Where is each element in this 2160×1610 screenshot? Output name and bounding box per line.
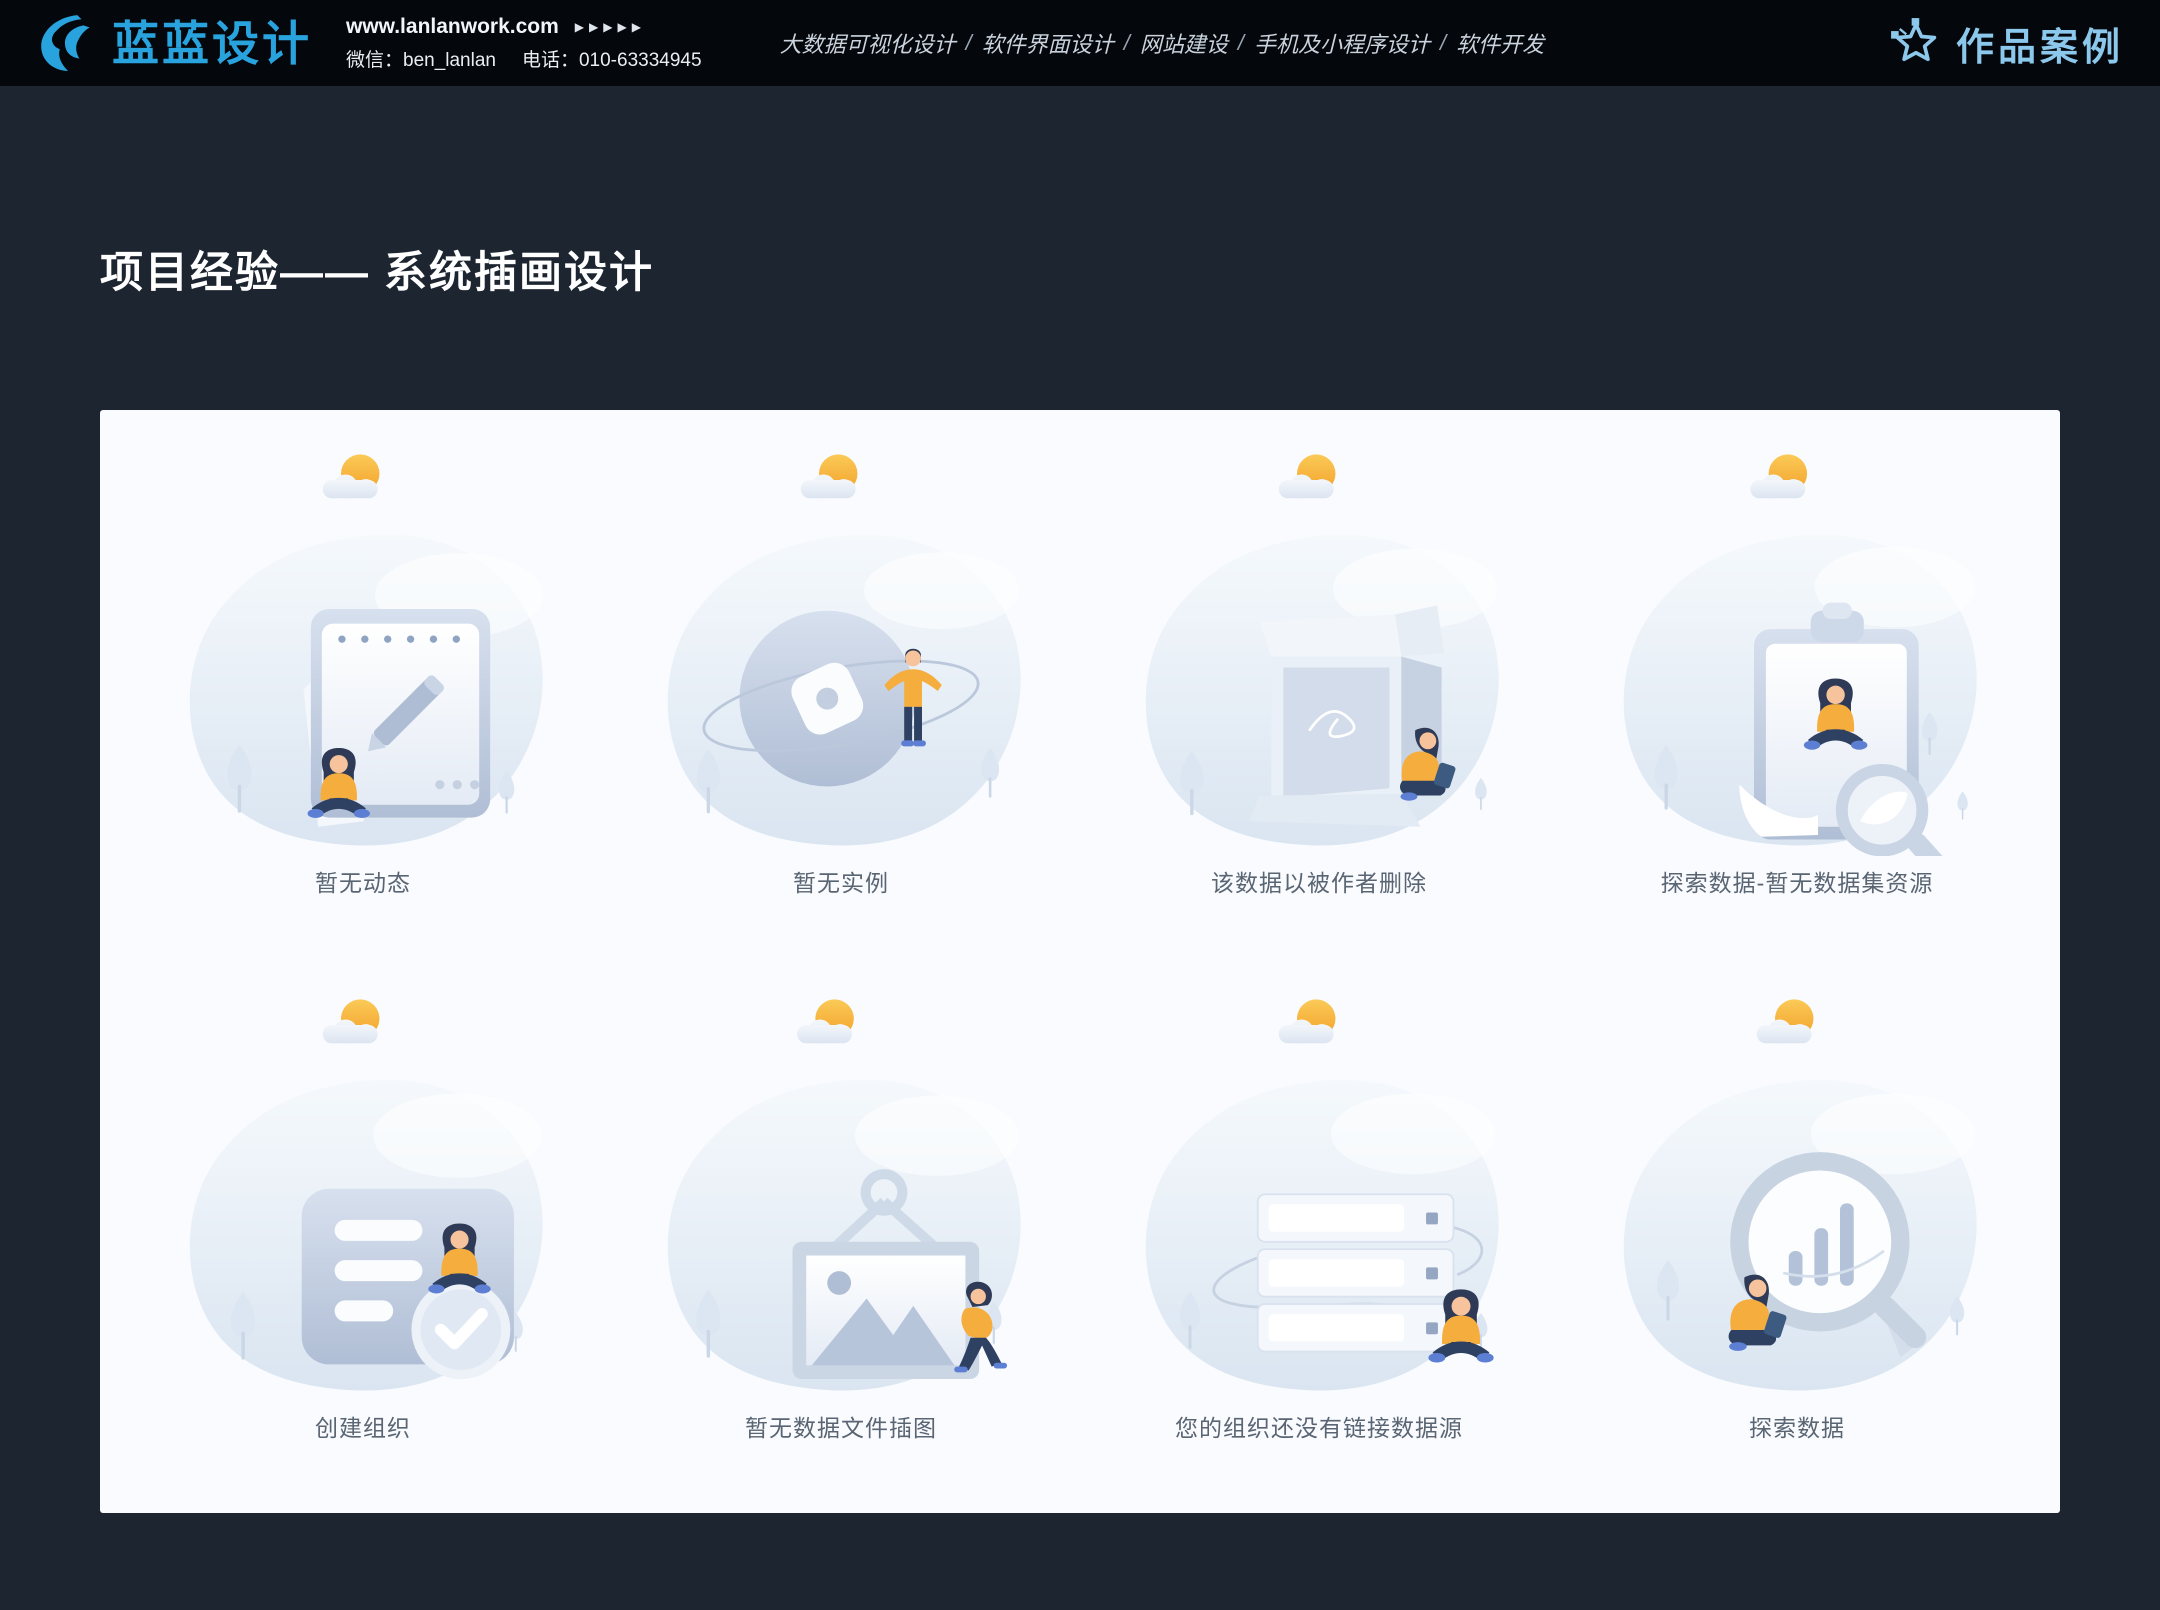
illustration-card: 暂无动态 暂无实例 该数据以被作者删除 xyxy=(100,410,2060,1513)
nav-item[interactable]: 大数据可视化设计 xyxy=(780,27,956,59)
illustration-tile: 创建组织 xyxy=(124,963,602,1508)
tile-caption: 创建组织 xyxy=(315,1409,411,1443)
contact-info: www.lanlanwork.com ▶▶▶▶▶ 微信：ben_lanlan 电… xyxy=(346,15,702,72)
nav-item[interactable]: 软件开发 xyxy=(1456,27,1544,59)
illustration-notepad-pencil xyxy=(148,426,578,856)
illustration-tile: 探索数据-暂无数据集资源 xyxy=(1558,418,2036,963)
illustration xyxy=(626,971,1056,1401)
website-text: www.lanlanwork.com xyxy=(346,15,559,39)
illustration xyxy=(626,426,1056,856)
illustration-tile: 暂无动态 xyxy=(124,418,602,963)
page-title: 项目经验—— 系统插画设计 xyxy=(100,238,654,300)
illustration-clipboard-magnifier xyxy=(1582,426,2012,856)
portfolio-button[interactable]: 作品案例 xyxy=(1890,16,2124,71)
forward-arrows: ▶▶▶▶▶ xyxy=(575,20,646,34)
tile-caption: 您的组织还没有链接数据源 xyxy=(1175,1409,1463,1443)
logo-text: 蓝蓝设计 xyxy=(112,20,312,67)
illustration-card-checklist-badge xyxy=(148,971,578,1401)
nav-separator: / xyxy=(966,30,972,56)
illustration-tile: 暂无实例 xyxy=(602,418,1080,963)
pen-tool-star-icon xyxy=(1890,17,1942,69)
site-header: 蓝蓝设计 www.lanlanwork.com ▶▶▶▶▶ 微信：ben_lan… xyxy=(0,0,2160,86)
illustration-server-stack xyxy=(1104,971,1534,1401)
nav-separator: / xyxy=(1440,30,1446,56)
nav-item[interactable]: 软件界面设计 xyxy=(982,27,1114,59)
tile-caption: 暂无实例 xyxy=(793,864,889,898)
illustration-picture-frame xyxy=(626,971,1056,1401)
logo: 蓝蓝设计 xyxy=(36,12,312,74)
illustration-tile: 您的组织还没有链接数据源 xyxy=(1080,963,1558,1508)
tile-caption: 该数据以被作者删除 xyxy=(1211,864,1427,898)
tile-caption: 暂无动态 xyxy=(315,864,411,898)
illustration xyxy=(1104,971,1534,1401)
tile-grid: 暂无动态 暂无实例 该数据以被作者删除 xyxy=(100,410,2060,1513)
illustration xyxy=(1582,426,2012,856)
illustration-tile: 暂无数据文件插图 xyxy=(602,963,1080,1508)
illustration-compass-disc xyxy=(626,426,1056,856)
tile-caption: 暂无数据文件插图 xyxy=(745,1409,937,1443)
illustration-tile: 探索数据 xyxy=(1558,963,2036,1508)
illustration-tile: 该数据以被作者删除 xyxy=(1080,418,1558,963)
phone-text: 电话：010-63334945 xyxy=(522,45,702,72)
illustration xyxy=(1582,971,2012,1401)
nav-separator: / xyxy=(1238,30,1244,56)
portfolio-label: 作品案例 xyxy=(1956,16,2124,71)
tile-caption: 探索数据-暂无数据集资源 xyxy=(1661,864,1934,898)
illustration-magnifier-bar-chart xyxy=(1582,971,2012,1401)
wechat-text: 微信：ben_lanlan xyxy=(346,45,496,72)
nav-item[interactable]: 手机及小程序设计 xyxy=(1254,27,1430,59)
nav-separator: / xyxy=(1124,30,1130,56)
lanlan-logo-icon xyxy=(36,12,98,74)
tile-caption: 探索数据 xyxy=(1749,1409,1845,1443)
illustration xyxy=(148,971,578,1401)
illustration-empty-open-box xyxy=(1104,426,1534,856)
illustration xyxy=(148,426,578,856)
nav-item[interactable]: 网站建设 xyxy=(1140,27,1228,59)
main-nav: 大数据可视化设计 / 软件界面设计 / 网站建设 / 手机及小程序设计 / 软件开发 xyxy=(780,27,1545,59)
illustration xyxy=(1104,426,1534,856)
